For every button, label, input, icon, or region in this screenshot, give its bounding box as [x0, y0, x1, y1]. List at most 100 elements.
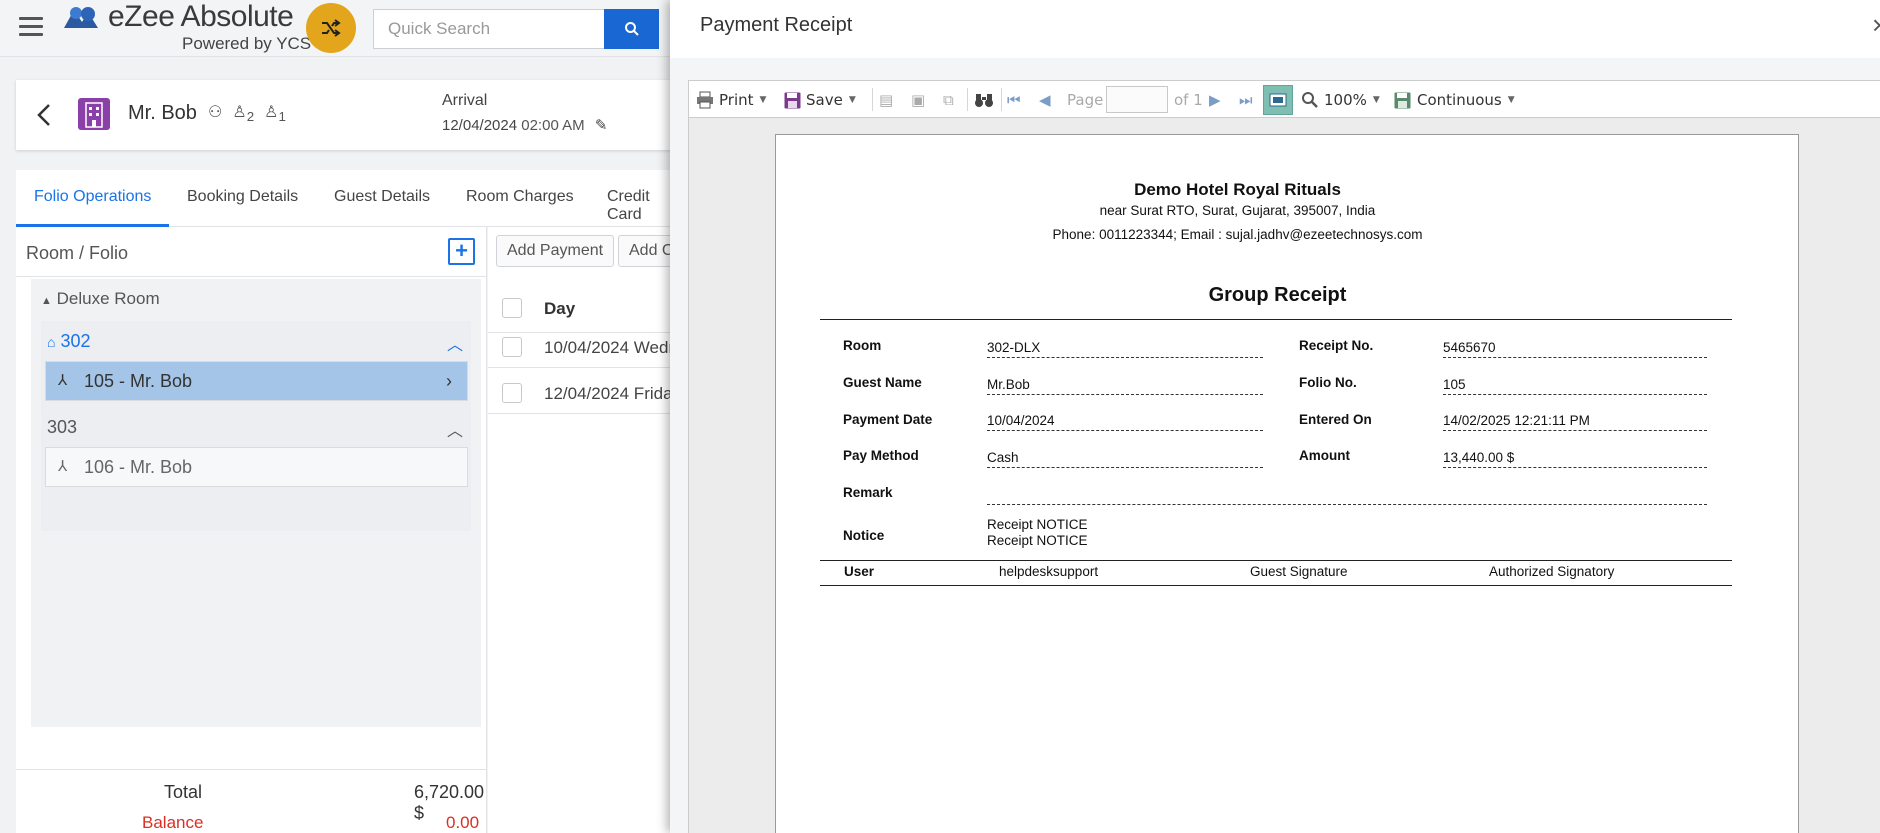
table-row[interactable]: 12/04/2024 Friday [544, 384, 681, 404]
field-underline [1443, 430, 1707, 431]
select-all-checkbox[interactable] [502, 298, 522, 318]
printer-icon [697, 91, 713, 109]
add-payment-button[interactable]: Add Payment [496, 235, 615, 267]
tab-booking-details[interactable]: Booking Details [187, 188, 298, 206]
row-divider [488, 413, 678, 414]
add-charge-button[interactable]: Add Charge [618, 235, 678, 267]
field-underline [987, 357, 1263, 358]
tab-folio-operations[interactable]: Folio Operations [34, 188, 151, 206]
transactions-panel: Add Payment Add Charge Day 10/04/2024 We… [488, 227, 723, 833]
footer-rule-top [820, 560, 1732, 561]
save-button[interactable]: Save ▼ [784, 89, 856, 111]
room-number-302[interactable]: ⌂ 302 [47, 331, 91, 352]
chevron-up-icon[interactable]: ︿ [447, 331, 463, 355]
modal-header: Payment Receipt × [670, 0, 1880, 58]
folio-split-icon: ⅄ [58, 372, 68, 389]
room-group: ▲ Deluxe Room ⌂ 302 ︿ ⅄ 105 - Mr. Bob › … [31, 279, 481, 727]
search-button[interactable] [604, 9, 659, 49]
toolbar-separator [1001, 88, 1002, 111]
payment-receipt-modal: Payment Receipt × Print ▼ Save ▼ ▤ ▣ ⧉ ⏮… [670, 0, 1880, 833]
room-folio-title: Room / Folio [26, 243, 129, 263]
receipt-title: Group Receipt [1208, 284, 1347, 306]
quick-search-input[interactable]: Quick Search [373, 9, 605, 49]
notice-line: Receipt NOTICE [987, 517, 1088, 532]
field-underline [987, 467, 1263, 468]
guest-header-card: Mr. Bob ⚇ ♙2 ♙1 Arrival 12/04/2024 02:00… [16, 80, 676, 150]
view-mode-dropdown[interactable]: Continuous ▼ [1394, 89, 1515, 111]
clipboard-icon[interactable]: ▣ [911, 89, 925, 111]
page-number-input[interactable] [1106, 86, 1168, 113]
tab-guest-details[interactable]: Guest Details [334, 188, 430, 206]
field-underline [987, 504, 1707, 505]
print-button[interactable]: Print ▼ [696, 89, 766, 111]
tab-room-charges[interactable]: Room Charges [466, 188, 574, 206]
add-folio-button[interactable]: + [448, 238, 475, 265]
field-underline [1443, 467, 1707, 468]
field-value-user: helpdesksupport [999, 564, 1099, 579]
viewer-toolbar: Print ▼ Save ▼ ▤ ▣ ⧉ ⏮ ◀ Page of 1 ▶ ⏭ 1… [689, 81, 1880, 118]
copy-icon[interactable]: ⧉ [943, 89, 954, 111]
field-label-remark: Remark [843, 485, 893, 500]
modal-title: Payment Receipt [700, 14, 853, 36]
edit-icon[interactable]: ✎ [595, 117, 608, 134]
zoom-dropdown[interactable]: 100% ▼ [1301, 89, 1380, 111]
authorized-signatory-label: Authorized Signatory [1489, 564, 1615, 579]
find-binoculars-icon[interactable] [974, 89, 994, 111]
view-mode-icon [1394, 92, 1411, 108]
hotel-address: near Surat RTO, Surat, Gujarat, 395007, … [1099, 203, 1376, 218]
last-page-icon[interactable]: ⏭ [1239, 89, 1253, 111]
field-label-receipt-no: Receipt No. [1299, 338, 1374, 353]
first-page-icon[interactable]: ⏮ [1007, 89, 1021, 111]
modal-body: Print ▼ Save ▼ ▤ ▣ ⧉ ⏮ ◀ Page of 1 ▶ ⏭ 1… [670, 58, 1880, 833]
logo-subtitle: Powered by YCS [182, 34, 312, 53]
field-label-room: Room [843, 338, 882, 353]
room-icon: ⌂ [47, 334, 56, 350]
field-label-payment-date: Payment Date [843, 412, 933, 427]
hotel-name: Demo Hotel Royal Rituals [1134, 180, 1341, 199]
page-view-icon [1269, 93, 1287, 107]
room-type-header[interactable]: ▲ Deluxe Room [41, 289, 160, 309]
chevron-up-icon[interactable]: ︿ [447, 417, 463, 441]
chevron-right-icon: › [446, 371, 452, 391]
field-value-payment-date: 10/04/2024 [987, 413, 1055, 428]
prev-page-icon[interactable]: ◀ [1039, 89, 1051, 111]
field-label-notice: Notice [843, 528, 885, 543]
menu-icon[interactable] [19, 17, 43, 37]
field-label-pay-method: Pay Method [843, 448, 919, 463]
back-arrow-icon[interactable] [36, 102, 52, 128]
field-label-entered-on: Entered On [1299, 412, 1372, 427]
folio-item[interactable]: ⅄ 105 - Mr. Bob › [45, 361, 468, 401]
row-checkbox[interactable] [502, 337, 522, 357]
receipt-page: Demo Hotel Royal Rituals near Surat RTO,… [775, 134, 1799, 833]
next-page-icon[interactable]: ▶ [1209, 89, 1221, 111]
arrival-value: 12/04/2024 02:00 AM ✎ [442, 117, 608, 134]
room-number-303[interactable]: 303 [47, 417, 77, 438]
field-label-amount: Amount [1299, 448, 1350, 463]
notice-line: Receipt NOTICE [987, 533, 1088, 548]
shuffle-button[interactable] [306, 3, 356, 53]
page-view-toggle[interactable] [1263, 85, 1293, 115]
close-icon[interactable]: × [1872, 10, 1880, 41]
folio-item[interactable]: ⅄ 106 - Mr. Bob [45, 447, 468, 487]
tab-credit-card[interactable]: Credit Card [607, 188, 676, 224]
title-rule [820, 319, 1732, 320]
collapse-triangle-icon: ▲ [41, 295, 52, 307]
guest-name: Mr. Bob [128, 102, 197, 124]
field-underline [987, 430, 1263, 431]
folio-split-icon: ⅄ [58, 458, 68, 475]
adult-icon: ♙2 [232, 104, 255, 125]
balance-label: Balance [142, 813, 204, 832]
field-label-user: User [844, 564, 875, 579]
field-underline [1443, 394, 1707, 395]
field-label-folio-no: Folio No. [1299, 375, 1357, 390]
floppy-disk-icon [784, 92, 801, 108]
field-value-room: 302-DLX [987, 340, 1041, 355]
shuffle-icon [322, 19, 341, 37]
room-folio-panel: Room / Folio + ▲ Deluxe Room ⌂ 302 ︿ ⅄ 1… [16, 227, 487, 833]
first-text-icon[interactable]: ▤ [879, 89, 893, 111]
row-checkbox[interactable] [502, 383, 522, 403]
field-label-guest-name: Guest Name [843, 375, 922, 390]
guest-occupancy: ⚇ ♙2 ♙1 [208, 102, 286, 124]
field-underline [987, 394, 1263, 395]
logo-icon [64, 7, 98, 28]
